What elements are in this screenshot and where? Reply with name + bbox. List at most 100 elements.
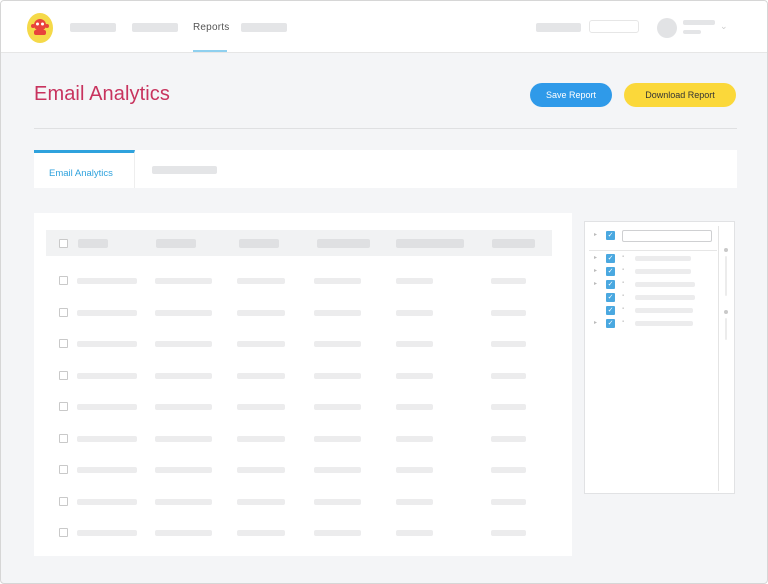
filter-search-input[interactable] [622, 230, 712, 242]
table-cell-placeholder [396, 309, 433, 316]
table-cell-placeholder [396, 404, 433, 410]
checkbox-checked-icon[interactable]: ✓ [606, 231, 615, 240]
filter-item-placeholder [635, 256, 691, 261]
table-row[interactable] [34, 339, 572, 351]
scroll-track-segment [725, 256, 727, 296]
table-cell-placeholder [237, 309, 285, 316]
checkbox-checked-icon[interactable]: ✓ [606, 254, 615, 263]
table-cell-placeholder [314, 435, 361, 442]
expand-icon[interactable]: ▸ [594, 280, 597, 287]
tab-email-analytics[interactable]: Email Analytics [34, 150, 135, 188]
checkbox-checked-icon[interactable]: ✓ [606, 306, 615, 315]
chevron-down-icon[interactable]: ⌄ [720, 21, 728, 32]
table-cell-placeholder [155, 435, 212, 442]
table-row[interactable] [34, 307, 572, 320]
table-cell-placeholder [77, 498, 137, 505]
top-nav: Reports ⌄ [1, 1, 767, 53]
table-cell-placeholder [491, 309, 526, 316]
table-cell-placeholder [155, 309, 212, 316]
row-checkbox[interactable] [59, 370, 68, 380]
nav-search-box[interactable] [589, 20, 639, 33]
table-cell-placeholder [155, 498, 212, 505]
row-checkbox[interactable] [59, 307, 68, 317]
report-table [34, 213, 572, 556]
column-header-placeholder[interactable] [239, 239, 279, 248]
avatar[interactable] [657, 18, 677, 38]
scroll-track-segment [725, 318, 727, 340]
row-checkbox[interactable] [59, 496, 68, 506]
drag-handle-icon[interactable]: ▪ [622, 319, 624, 325]
table-cell-placeholder [396, 467, 433, 473]
table-cell-placeholder [77, 435, 137, 442]
scroll-handle-dot[interactable] [724, 310, 728, 314]
expand-icon[interactable]: ▸ [594, 267, 597, 274]
drag-handle-icon[interactable]: ▪ [622, 293, 624, 299]
save-report-button[interactable]: Save Report [530, 83, 612, 107]
row-checkbox[interactable] [59, 465, 68, 474]
checkbox-checked-icon[interactable]: ✓ [606, 280, 615, 289]
row-checkbox[interactable] [59, 339, 68, 348]
table-cell-placeholder [314, 341, 361, 347]
table-cell-placeholder [77, 372, 137, 379]
table-cell-placeholder [314, 467, 361, 473]
table-cell-placeholder [491, 498, 526, 505]
table-cell-placeholder [155, 467, 212, 473]
expand-icon[interactable]: ▸ [594, 319, 597, 326]
nav-item-placeholder-2[interactable] [132, 23, 178, 32]
row-checkbox[interactable] [59, 276, 68, 285]
column-header-placeholder[interactable] [317, 239, 370, 248]
filter-item-placeholder [635, 282, 695, 287]
nav-item-reports[interactable]: Reports [193, 22, 229, 33]
row-checkbox[interactable] [59, 528, 68, 537]
checkbox-checked-icon[interactable]: ✓ [606, 293, 615, 302]
table-cell-placeholder [77, 467, 137, 473]
checkbox-checked-icon[interactable]: ✓ [606, 319, 615, 328]
table-row[interactable] [34, 433, 572, 446]
column-header-placeholder[interactable] [78, 239, 108, 248]
table-cell-placeholder [396, 498, 433, 505]
nav-right-placeholder[interactable] [536, 23, 581, 32]
expand-icon[interactable]: ▸ [594, 254, 597, 261]
table-cell-placeholder [314, 372, 361, 379]
table-row[interactable] [34, 528, 572, 540]
table-row[interactable] [34, 465, 572, 477]
drag-handle-icon[interactable]: ▪ [622, 280, 624, 286]
table-cell-placeholder [237, 467, 285, 473]
column-header-placeholder[interactable] [156, 239, 196, 248]
table-row[interactable] [34, 370, 572, 383]
nav-item-placeholder-3[interactable] [241, 23, 287, 32]
table-cell-placeholder [237, 530, 285, 536]
header-divider [34, 128, 737, 129]
select-all-checkbox[interactable] [59, 239, 68, 248]
table-cell-placeholder [77, 341, 137, 347]
filter-item-placeholder [635, 321, 693, 326]
scroll-handle-dot[interactable] [724, 248, 728, 252]
table-row[interactable] [34, 276, 572, 288]
table-cell-placeholder [77, 530, 137, 536]
drag-handle-icon[interactable]: ▪ [622, 254, 624, 260]
filter-item-placeholder [635, 308, 693, 313]
table-cell-placeholder [491, 372, 526, 379]
row-checkbox[interactable] [59, 433, 68, 443]
tab-placeholder[interactable] [152, 166, 217, 174]
table-cell-placeholder [491, 435, 526, 442]
table-cell-placeholder [155, 530, 212, 536]
drag-handle-icon[interactable]: ▪ [622, 267, 624, 273]
table-cell-placeholder [237, 372, 285, 379]
download-report-button[interactable]: Download Report [624, 83, 736, 107]
collapse-icon[interactable]: ▸ [594, 231, 597, 238]
table-header [46, 230, 552, 256]
column-header-placeholder[interactable] [492, 239, 535, 248]
table-cell-placeholder [396, 530, 433, 536]
panel-scrollbar[interactable] [718, 226, 734, 491]
checkbox-checked-icon[interactable]: ✓ [606, 267, 615, 276]
table-row[interactable] [34, 496, 572, 509]
row-checkbox[interactable] [59, 402, 68, 411]
drag-handle-icon[interactable]: ▪ [622, 306, 624, 312]
table-cell-placeholder [237, 435, 285, 442]
nav-item-placeholder-1[interactable] [70, 23, 116, 32]
monkey-logo-icon[interactable] [25, 11, 55, 45]
table-row[interactable] [34, 402, 572, 414]
table-cell-placeholder [77, 278, 137, 284]
column-header-placeholder[interactable] [396, 239, 464, 248]
